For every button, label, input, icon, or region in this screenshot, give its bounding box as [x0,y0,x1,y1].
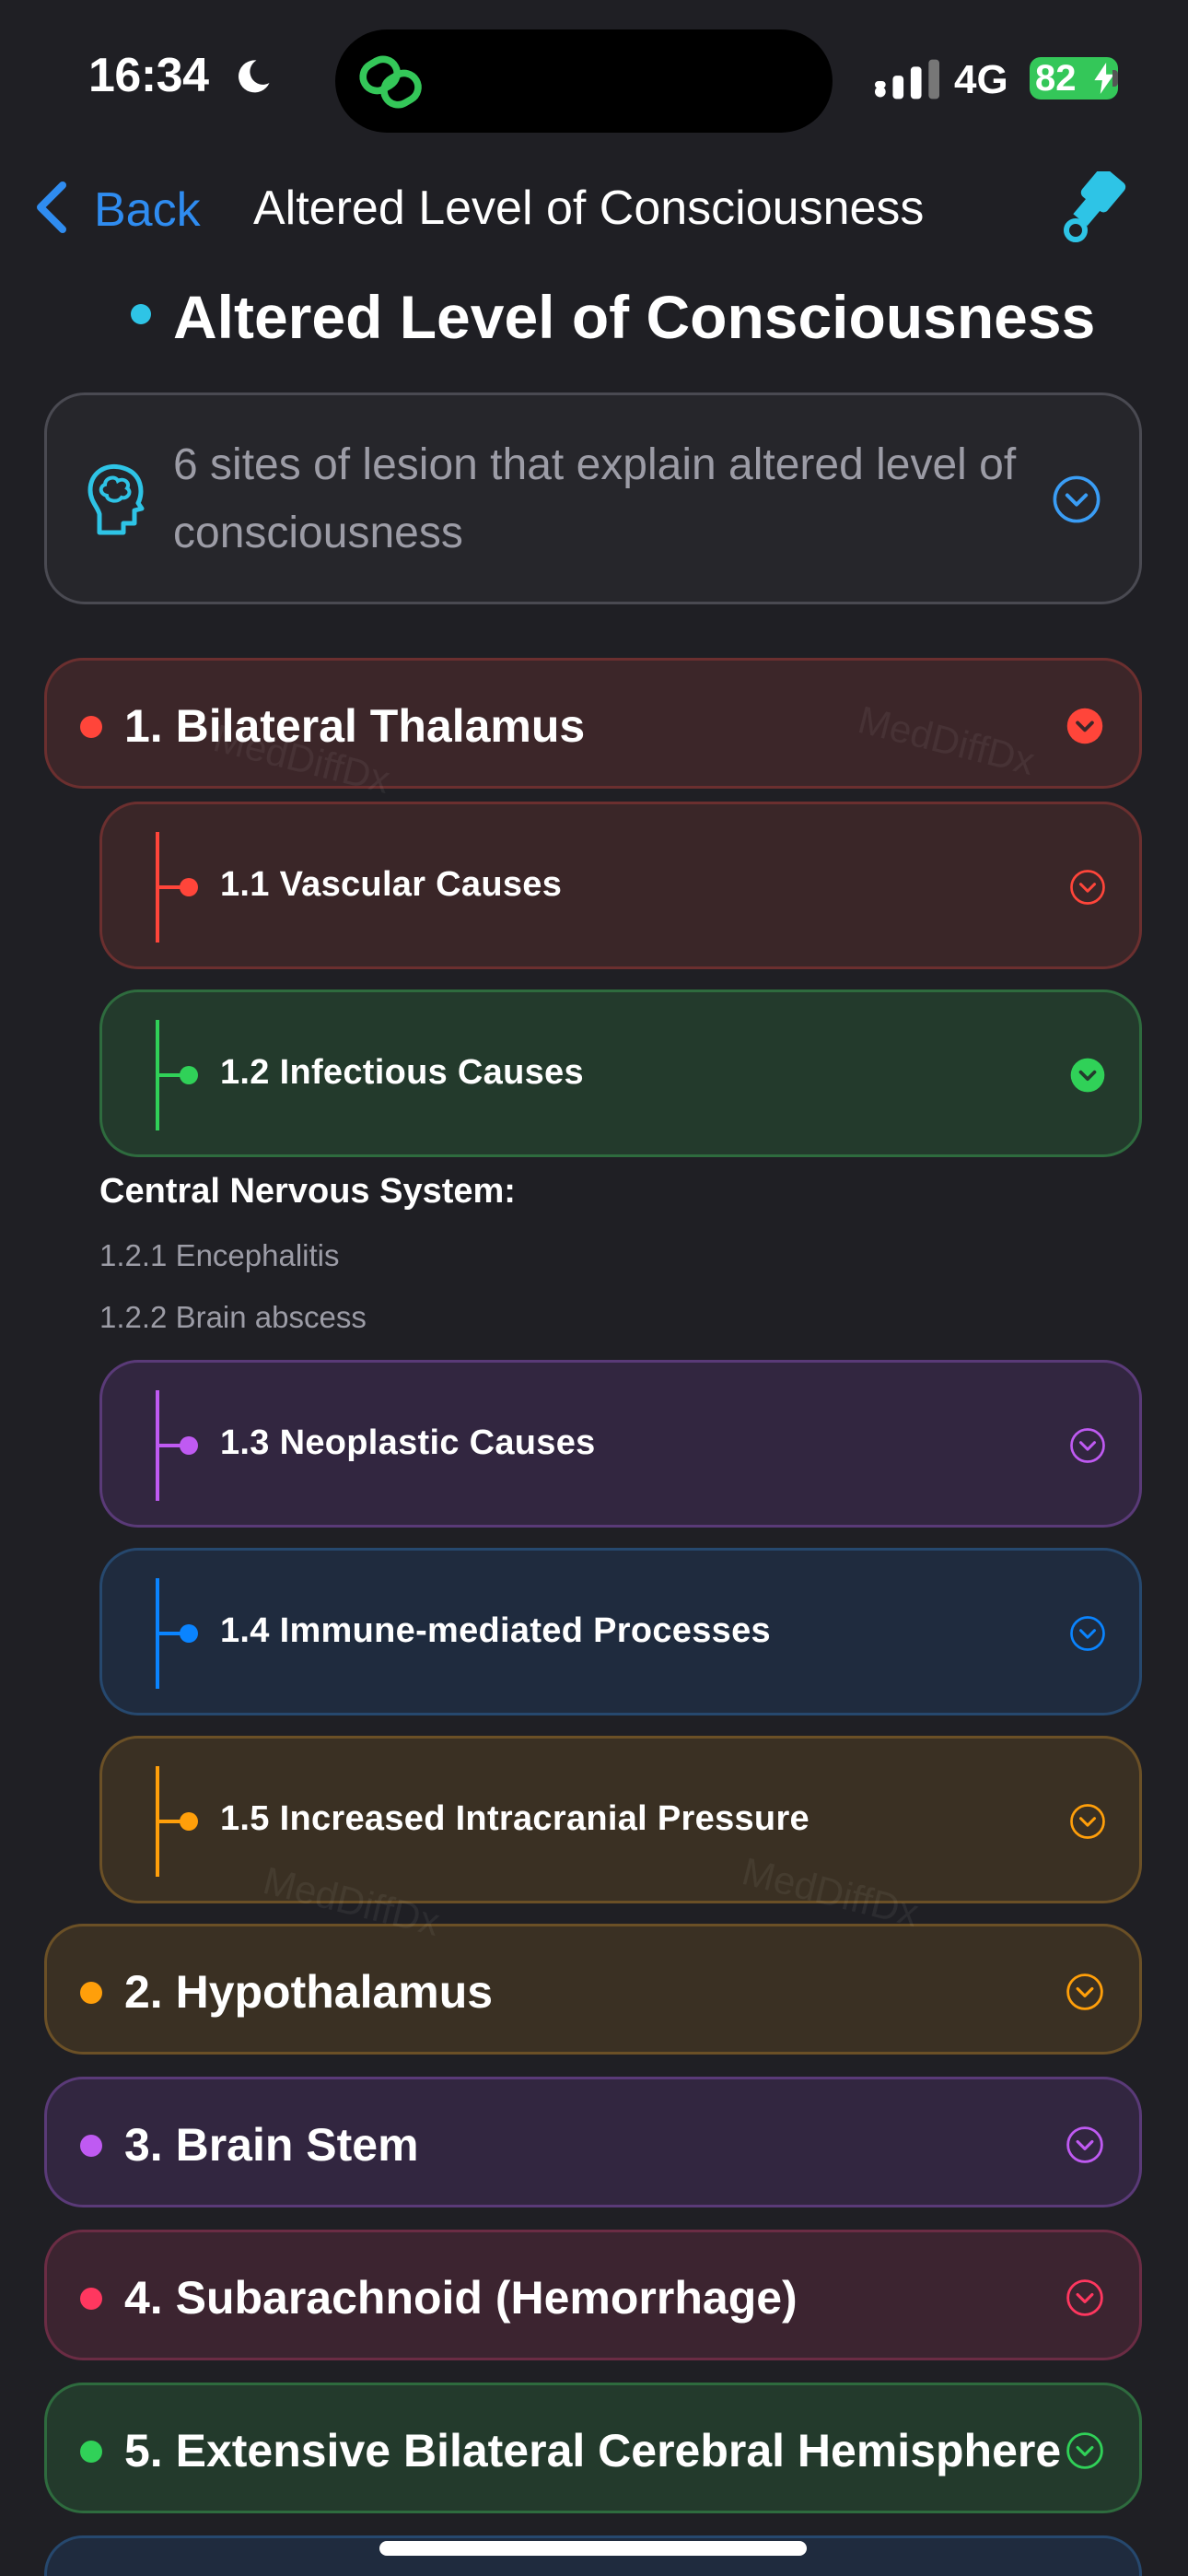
battery-tip [1112,70,1118,87]
battery-indicator: 82 [1030,57,1118,100]
detail-item: 1.2.2 Brain abscess [99,1300,367,1334]
subsection-dot [180,1624,198,1643]
subsection-label: 1.4 Immune-mediated Processes [220,1611,771,1650]
section-dot [80,1982,102,2004]
tree-tick [157,1073,181,1077]
chevron-down-circle-icon[interactable] [1066,1973,1104,2011]
chevron-down-circle-filled-icon[interactable] [1069,1057,1106,1094]
subsection-dot [180,1436,198,1455]
section-label: 1. Bilateral Thalamus [124,700,586,752]
nav-title: Altered Level of Consciousness [253,181,925,235]
chevron-down-circle-icon[interactable] [1069,1803,1106,1840]
detail-item: 1.2.1 Encephalitis [99,1238,340,1272]
subsection-neoplastic-causes[interactable]: 1.3 Neoplastic Causes [99,1360,1142,1528]
detail-heading: Central Nervous System: [99,1172,516,1211]
link-app-icon [359,55,422,109]
section-label: 3. Brain Stem [124,2119,419,2171]
network-type: 4G [954,57,1008,102]
section-label: 4. Subarachnoid (Hemorrhage) [124,2272,798,2324]
section-cerebral-hemisphere[interactable]: 5. Extensive Bilateral Cerebral Hemisphe… [44,2383,1142,2513]
section-dot [80,2441,102,2463]
section-dot [80,2135,102,2157]
home-indicator[interactable] [379,2541,807,2556]
tree-tick [157,1632,181,1635]
tree-tick [157,1820,181,1823]
subsection-vascular-causes[interactable]: 1.1 Vascular Causes [99,802,1142,969]
chevron-down-circle-icon[interactable] [1069,869,1106,906]
chevron-down-circle-icon[interactable] [1069,1615,1106,1652]
section-label: 2. Hypothalamus [124,1966,494,2018]
subsection-increased-icp[interactable]: 1.5 Increased Intracranial Pressure [99,1736,1142,1903]
subsection-dot [180,1812,198,1831]
status-time: 16:34 [88,49,209,102]
chevron-down-circle-icon[interactable] [1066,2278,1104,2317]
paintbrush-icon[interactable] [1061,171,1127,245]
tree-tick [157,885,181,889]
subsection-immune-mediated[interactable]: 1.4 Immune-mediated Processes [99,1548,1142,1715]
charging-bolt-icon [1094,63,1114,94]
section-dot [80,716,102,738]
subsection-label: 1.2 Infectious Causes [220,1053,584,1092]
battery-level: 82 [1035,58,1077,99]
chevron-down-circle-filled-icon[interactable] [1066,707,1104,745]
signal-icon [875,59,939,100]
subsection-infectious-causes[interactable]: 1.2 Infectious Causes [99,989,1142,1157]
back-button[interactable]: Back [94,182,201,238]
subsection-label: 1.3 Neoplastic Causes [220,1423,596,1462]
subsection-dot [180,878,198,896]
chevron-down-circle-icon[interactable] [1066,2125,1104,2164]
subsection-label: 1.5 Increased Intracranial Pressure [220,1799,809,1838]
page-title: Altered Level of Consciousness [173,283,1096,351]
section-subarachnoid[interactable]: 4. Subarachnoid (Hemorrhage) [44,2230,1142,2360]
section-brain-stem[interactable]: 3. Brain Stem [44,2077,1142,2207]
section-label: 5. Extensive Bilateral Cerebral Hemisphe… [124,2425,1062,2476]
subsection-dot [180,1066,198,1084]
title-dot [131,304,151,324]
subsection-label: 1.1 Vascular Causes [220,865,563,904]
chevron-down-circle-icon[interactable] [1052,474,1101,524]
summary-text: 6 sites of lesion that explain altered l… [173,440,1017,557]
moon-icon [239,60,270,93]
back-chevron-icon[interactable] [35,179,68,236]
tree-tick [157,1444,181,1447]
brain-head-icon [87,464,145,535]
section-hypothalamus[interactable]: 2. Hypothalamus [44,1924,1142,2055]
section-dot [80,2288,102,2310]
chevron-down-circle-icon[interactable] [1069,1427,1106,1464]
chevron-down-circle-icon[interactable] [1066,2431,1104,2470]
